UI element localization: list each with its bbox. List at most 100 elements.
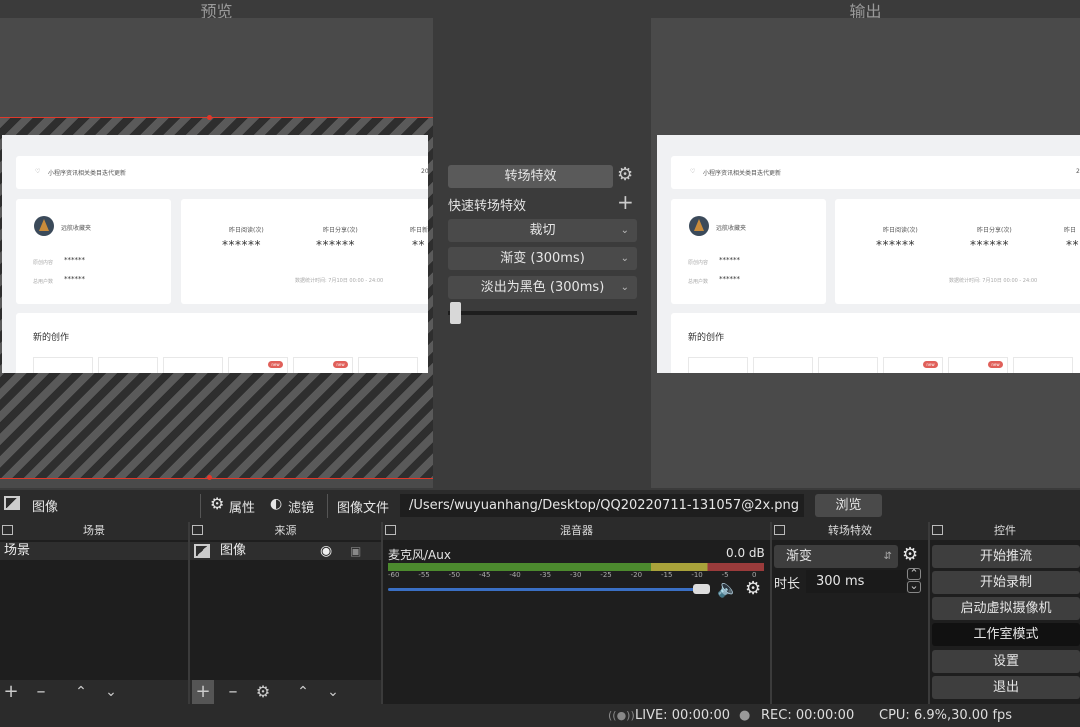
quick-transition-label: 淡出为黑色 (300ms) [480, 280, 605, 295]
chevron-down-icon[interactable]: ⌄ [322, 680, 344, 704]
stats-card: 昨日阅读(次) ****** 昨日分享(次) ****** 昨日新 ** 数据统… [181, 199, 428, 304]
lock-icon[interactable]: ▣ [350, 542, 361, 560]
scenes-toolbar: + – ⌃ ⌄ [0, 680, 188, 704]
float-dock-icon[interactable] [774, 525, 785, 535]
quick-transition-label: 渐变 (300ms) [500, 251, 585, 266]
stepper-down-icon[interactable]: ⌄ [907, 580, 921, 593]
stats-update-note: 数据统计时间: 7月10日 00:00 - 24:00 [949, 278, 1038, 284]
quick-transition-fade[interactable]: 渐变 (300ms) ⌄ [448, 247, 637, 270]
broadcast-icon: ((●)) [608, 709, 635, 722]
tbar-track[interactable] [448, 311, 637, 315]
creation-thumb [688, 357, 748, 373]
image-path-field[interactable]: /Users/wuyuanhang/Desktop/QQ20220711-131… [400, 494, 804, 517]
transitions-dock-header: 转场特效 [772, 522, 928, 540]
studio-mode-button[interactable]: 工作室模式 [932, 623, 1080, 646]
add-icon[interactable]: + [192, 680, 214, 704]
meter-tick-label: -15 [661, 571, 673, 579]
volume-slider[interactable] [388, 588, 706, 591]
filters-button[interactable]: 滤镜 [288, 497, 314, 516]
duration-input[interactable]: 300 ms [806, 570, 906, 593]
rec-timer: REC: 00:00:00 [761, 708, 855, 723]
speaker-icon[interactable]: 🔈 [717, 579, 738, 599]
scenes-dock-header: 场景 [0, 522, 188, 540]
gear-icon[interactable]: ⚙ [902, 544, 918, 565]
remove-icon[interactable]: – [30, 680, 52, 704]
gear-icon[interactable]: ⚙ [210, 494, 224, 513]
float-dock-icon[interactable] [385, 525, 396, 535]
quick-transitions-label: 快速转场特效 [448, 199, 527, 214]
quick-transition-fade-to-black[interactable]: 淡出为黑色 (300ms) ⌄ [448, 276, 637, 299]
gear-icon[interactable]: ⚙ [617, 164, 633, 185]
notice-text: 小程序资讯相关类目迭代更新 [703, 170, 782, 177]
settings-button[interactable]: 设置 [932, 650, 1080, 673]
meter-tick-label: -55 [418, 571, 430, 579]
float-dock-icon[interactable] [192, 525, 203, 535]
transition-select[interactable]: 渐变 ⇵ [774, 545, 898, 568]
notice-bar: ♡ 小程序资讯相关类目迭代更新 2 [671, 156, 1080, 189]
start-streaming-button[interactable]: 开始推流 [932, 545, 1080, 568]
toolbar-divider [327, 494, 328, 518]
selection-handle-top[interactable] [207, 115, 212, 120]
account-card: 远航收藏夹 原创内容 ****** 总用户数 ****** [671, 199, 826, 304]
live-timer: LIVE: 00:00:00 [635, 708, 731, 723]
controls-dock-header: 控件 [930, 522, 1080, 540]
stats-card: 昨日阅读(次) ****** 昨日分享(次) ****** 昨日 ** 数据统计… [835, 199, 1080, 304]
volume-slider-handle[interactable] [693, 584, 710, 594]
tbar-handle[interactable] [450, 302, 461, 324]
gear-icon[interactable]: ⚙ [745, 578, 761, 599]
audio-meter-scale: -60 -55 -50 -45 -40 -35 -30 -25 -20 -15 -10 -5 0 [388, 571, 764, 581]
notice-text: 小程序资讯相关类目迭代更新 [48, 170, 127, 177]
image-source-icon [194, 544, 210, 558]
filter-icon[interactable]: ◐ [270, 496, 282, 512]
mixer-channel-name: 麦克风/Aux [388, 548, 451, 562]
account-card: 远航收藏夹 原创内容 ****** 总用户数 ****** [16, 199, 171, 304]
start-virtual-camera-button[interactable]: 启动虚拟摄像机 [932, 597, 1080, 620]
notice-date: 2 [1076, 168, 1080, 175]
avatar [689, 216, 709, 236]
image-source-icon [4, 496, 20, 510]
chevron-down-icon[interactable]: ⌄ [100, 680, 122, 704]
properties-button[interactable]: 属性 [229, 497, 255, 516]
meter-tick-label: -25 [600, 571, 612, 579]
stat-read-value: ****** [876, 238, 915, 252]
quick-transition-label: 裁切 [529, 223, 556, 238]
start-recording-button[interactable]: 开始录制 [932, 571, 1080, 594]
quick-transition-cut[interactable]: 裁切 ⌄ [448, 219, 637, 242]
float-dock-icon[interactable] [932, 525, 943, 535]
eye-icon[interactable]: ◉ [320, 542, 332, 560]
creation-thumb [818, 357, 878, 373]
controls-dock-title: 控件 [994, 524, 1016, 537]
meter-tick-label: -50 [448, 571, 461, 579]
meter-tick-label: -5 [721, 571, 729, 579]
selection-handle-bottom[interactable] [207, 475, 212, 480]
transition-button[interactable]: 转场特效 [448, 165, 613, 188]
scene-item[interactable]: 场景 [0, 542, 188, 560]
source-item[interactable]: 图像 ◉ ▣ [190, 542, 381, 560]
stat-new-label: 昨日 [1064, 227, 1077, 234]
gear-icon[interactable]: ⚙ [252, 680, 274, 704]
original-label: 原创内容 [33, 260, 54, 266]
creation-thumb [163, 357, 223, 373]
creation-title: 新的创作 [33, 333, 70, 343]
creation-title: 新的创作 [688, 333, 725, 343]
remove-icon[interactable]: – [222, 680, 244, 704]
float-dock-icon[interactable] [2, 525, 13, 535]
preview-captured-page: ♡ 小程序资讯相关类目迭代更新 20 远航收藏夹 原创内容 ****** 总用户… [2, 135, 428, 373]
mixer-dock: 混音器 麦克风/Aux 0.0 dB -60 -55 -50 -45 -40 -35 -30… [383, 522, 770, 704]
browse-button[interactable]: 浏览 [815, 494, 882, 517]
stat-share-label: 昨日分享(次) [323, 227, 358, 234]
original-value: ****** [64, 256, 85, 264]
add-icon[interactable]: + [0, 680, 22, 704]
meter-tick-label: -60 [388, 571, 400, 579]
avatar [34, 216, 54, 236]
transitions-dock: 转场特效 渐变 ⇵ ⚙ 时长 300 ms ⌃ ⌄ [772, 522, 928, 704]
sources-dock-title: 来源 [274, 524, 297, 537]
chevron-up-icon[interactable]: ⌃ [70, 680, 92, 704]
new-badge: new [268, 361, 283, 368]
exit-button[interactable]: 退出 [932, 676, 1080, 699]
chevron-up-icon[interactable]: ⌃ [292, 680, 314, 704]
chevron-down-icon: ⌄ [620, 282, 629, 293]
meter-tick-label: -35 [539, 571, 552, 579]
users-label: 总用户数 [33, 279, 54, 285]
plus-icon[interactable]: + [617, 190, 634, 214]
